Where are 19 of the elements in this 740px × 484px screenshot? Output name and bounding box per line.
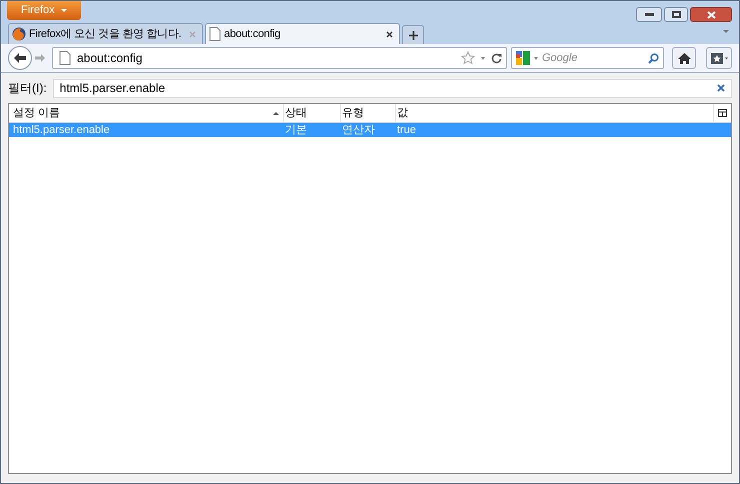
browser-tab[interactable]: Firefox에 오신 것을 환영 합니다.	[8, 23, 203, 44]
column-header[interactable]: 상태	[284, 104, 341, 122]
filter-value: html5.parser.enable	[60, 80, 166, 97]
address-bar[interactable]: about:config	[52, 47, 507, 69]
filter-field[interactable]: html5.parser.enable	[52, 78, 732, 98]
table-cell-text: html5.parser.enable	[12, 123, 111, 137]
tab-title: about:config	[224, 26, 282, 42]
search-field[interactable]: Google	[511, 47, 664, 69]
tab-title: Firefox에 오신 것을 환영 합니다.	[29, 26, 182, 42]
url-text: about:config	[77, 50, 144, 67]
column-header[interactable]: 유형	[341, 104, 396, 122]
column-header[interactable]: 값	[396, 104, 714, 122]
filter-label: 필터(I):	[8, 80, 47, 97]
column-header[interactable]: 설정 이름	[12, 104, 284, 122]
table-cell-text: 연산자	[341, 123, 376, 137]
search-placeholder: Google	[542, 50, 578, 66]
browser-tab[interactable]: about:config	[205, 23, 400, 44]
table-cell-text: true	[396, 123, 417, 137]
table-cell-text: 기본	[284, 123, 308, 137]
